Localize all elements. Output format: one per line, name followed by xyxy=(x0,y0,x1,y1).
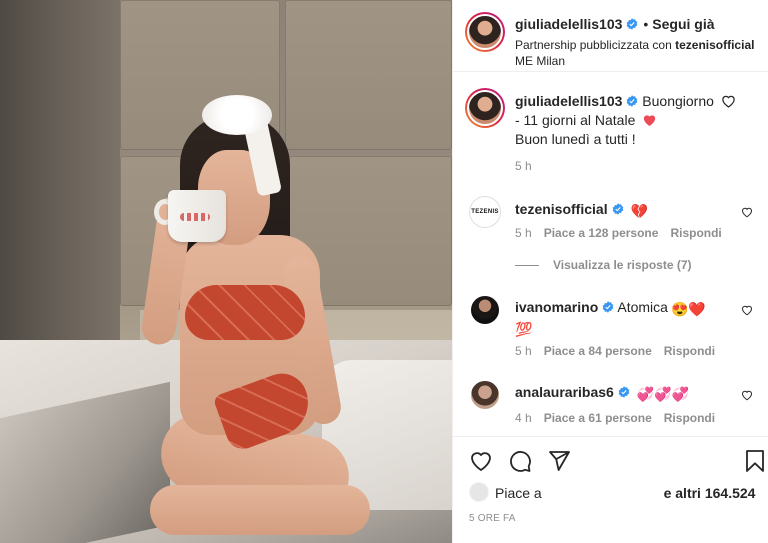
comment-item: analauraribas6 💞💞💞 4 h Piace a 61 persone… xyxy=(453,379,768,436)
partnership-text: Partnership pubblicizzata con xyxy=(515,38,676,52)
verified-badge-icon xyxy=(618,386,630,398)
author-username[interactable]: giuliadelellis103 xyxy=(515,16,622,32)
redacted-liker-name xyxy=(545,486,664,500)
comment-username[interactable]: ivanomarino xyxy=(515,299,598,315)
caption-text: giuliadelellis103 Buongiorno - 11 giorni… xyxy=(515,92,755,149)
comment-likes[interactable]: Piace a 61 persone xyxy=(544,411,652,425)
author-avatar[interactable] xyxy=(465,12,505,52)
comment-body: Atomica xyxy=(617,299,668,315)
verified-badge-icon xyxy=(627,95,638,107)
comment-emoji: 😍❤️ xyxy=(670,301,706,317)
comment-avatar[interactable]: TEZENIS xyxy=(469,196,501,228)
view-replies-label: Visualizza le risposte (7) xyxy=(553,258,692,272)
post-header: giuliadelellis103 • Segui già Partnershi… xyxy=(453,0,768,72)
caption-username[interactable]: giuliadelellis103 xyxy=(515,93,622,109)
comment-avatar[interactable] xyxy=(469,379,501,411)
partnership-label: Partnership pubblicizzata con tezenisoff… xyxy=(515,38,754,52)
comment-time[interactable]: 5 h xyxy=(515,226,532,240)
photo-leg xyxy=(150,485,370,535)
location-link[interactable]: ME Milan xyxy=(515,54,565,68)
comment-text: ivanomarino Atomica 😍❤️ 💯 xyxy=(515,298,729,338)
comment-time[interactable]: 5 h xyxy=(515,344,532,358)
comment-likes[interactable]: Piace a 84 persone xyxy=(544,344,652,358)
comment-text: analauraribas6 💞💞💞 xyxy=(515,383,729,403)
post-photo[interactable] xyxy=(0,0,452,543)
likes-text[interactable]: Piace a e altri 164.524 xyxy=(495,485,755,501)
replies-divider xyxy=(515,264,539,266)
caption-line-3: Buon lunedì a tutti ! xyxy=(515,131,636,147)
share-icon[interactable] xyxy=(547,449,571,473)
post-side-panel: giuliadelellis103 • Segui già Partnershi… xyxy=(452,0,768,543)
comment-avatar[interactable] xyxy=(469,294,501,326)
comment-emoji-line2: 💯 xyxy=(515,321,533,337)
comment-text: tezenisofficial 💔 xyxy=(515,200,729,220)
caption-avatar[interactable] xyxy=(465,88,505,128)
comment-time[interactable]: 4 h xyxy=(515,411,532,425)
photo-wall-shadow xyxy=(0,0,120,380)
white-heart-icon xyxy=(722,95,735,108)
photo-hair-bow xyxy=(202,95,272,135)
instagram-post: giuliadelellis103 • Segui già Partnershi… xyxy=(0,0,768,543)
comment-likes[interactable]: Piace a 128 persone xyxy=(544,226,659,240)
comment-emoji: 💞💞💞 xyxy=(636,386,690,402)
photo-mug-decoration xyxy=(180,213,210,221)
verified-badge-icon xyxy=(602,301,614,313)
red-heart-icon xyxy=(644,115,656,126)
bookmark-icon[interactable] xyxy=(743,449,767,473)
comment-item: ivanomarino Atomica 😍❤️ 💯 5 h Piace a 84 p… xyxy=(453,294,768,374)
liker-avatar[interactable] xyxy=(469,482,489,502)
reply-button[interactable]: Rispondi xyxy=(664,344,715,358)
like-heart-icon[interactable] xyxy=(469,449,493,473)
reply-button[interactable]: Rispondi xyxy=(664,411,715,425)
comment-meta: 4 h Piace a 61 persone Rispondi xyxy=(515,411,727,425)
caption-time[interactable]: 5 h xyxy=(515,159,532,173)
likes-count[interactable]: e altri 164.524 xyxy=(664,485,756,501)
comment-username[interactable]: tezenisofficial xyxy=(515,201,608,217)
verified-badge-icon xyxy=(627,18,638,30)
partner-link[interactable]: tezenisofficial xyxy=(675,38,754,52)
caption-line-1: Buongiorno xyxy=(642,93,714,109)
reply-button[interactable]: Rispondi xyxy=(670,226,721,240)
verified-badge-icon xyxy=(612,203,623,215)
view-replies-button[interactable]: Visualizza le risposte (7) xyxy=(515,258,692,272)
comment-username[interactable]: analauraribas6 xyxy=(515,384,614,400)
comments-list[interactable]: giuliadelellis103 Buongiorno - 11 giorni… xyxy=(453,72,768,436)
comment-emoji: 💔 xyxy=(630,203,648,219)
follow-button[interactable]: Segui già xyxy=(652,16,714,32)
comment-meta: 5 h Piace a 84 persone Rispondi xyxy=(515,344,727,358)
photo-person xyxy=(139,95,370,543)
comment-meta: 5 h Piace a 128 persone Rispondi xyxy=(515,226,734,240)
tezenis-logo: TEZENIS xyxy=(471,209,499,215)
caption-line-2: - 11 giorni al Natale xyxy=(515,112,636,128)
likes-summary: Piace a e altri 164.524 xyxy=(453,478,768,506)
likes-prefix: Piace a xyxy=(495,485,542,501)
photo-bikini-top xyxy=(185,285,305,340)
comment-like-heart-icon[interactable] xyxy=(741,206,753,218)
comment-like-heart-icon[interactable] xyxy=(741,304,753,316)
separator-dot: • xyxy=(643,16,649,32)
comment-like-heart-icon[interactable] xyxy=(741,389,753,401)
author-line: giuliadelellis103 • Segui già xyxy=(515,16,715,32)
post-timestamp[interactable]: 5 ORE FA xyxy=(469,513,516,524)
comment-icon[interactable] xyxy=(508,449,532,473)
